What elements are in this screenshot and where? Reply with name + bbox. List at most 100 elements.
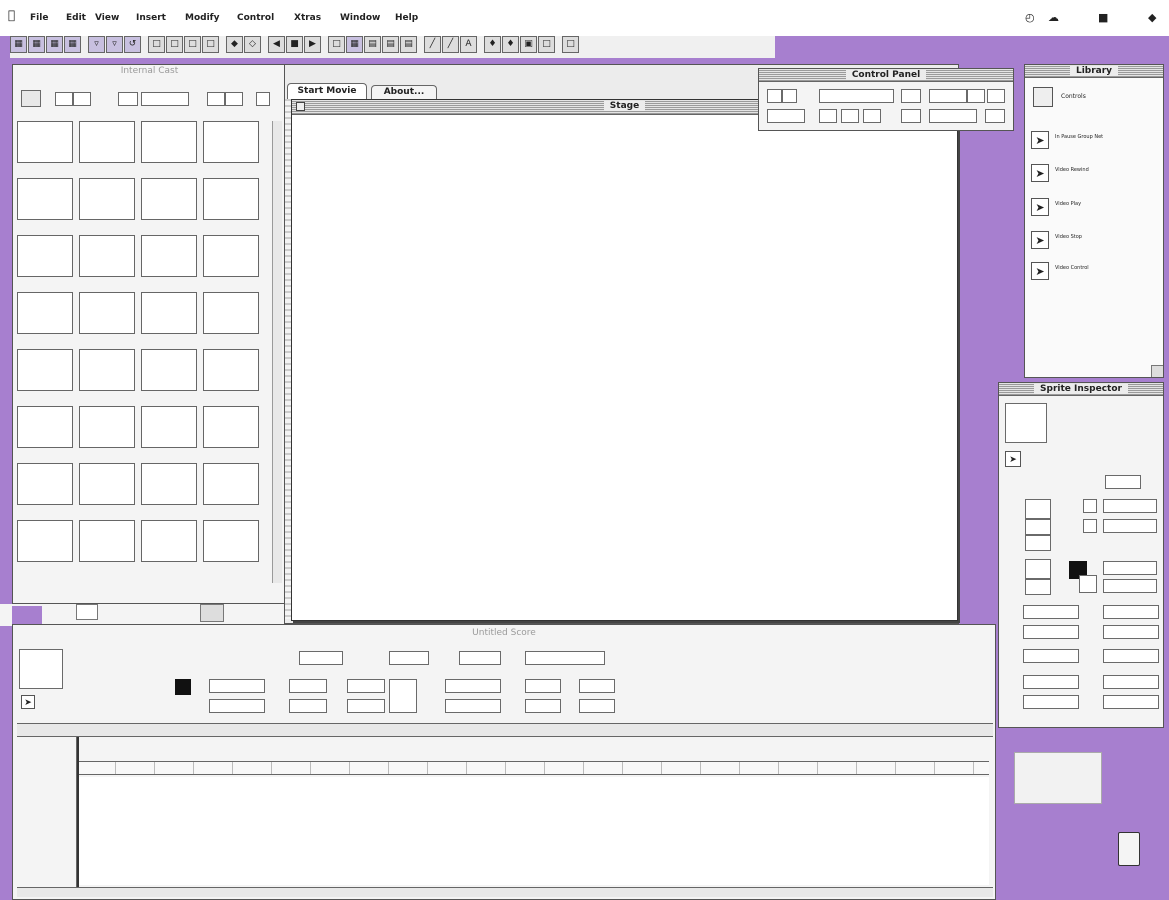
cp-forward-button[interactable]: [863, 109, 881, 123]
message-button[interactable]: ╱: [442, 36, 459, 53]
cast-member-slot[interactable]: [141, 520, 197, 562]
cast-member-slot[interactable]: [79, 121, 135, 163]
xtras-button[interactable]: □: [538, 36, 555, 53]
paint-button[interactable]: ♦: [484, 36, 501, 53]
score-x-field[interactable]: [289, 679, 327, 693]
menu-edit[interactable]: Edit: [66, 13, 86, 23]
cp-options-button[interactable]: [987, 89, 1005, 103]
cast-member-slot[interactable]: [141, 463, 197, 505]
score-channel-grid[interactable]: [79, 777, 989, 885]
cast-info-button[interactable]: [225, 92, 243, 106]
score-horizontal-scrollbar[interactable]: [17, 887, 993, 897]
score-left-field[interactable]: [347, 679, 385, 693]
sprite-bottom-field[interactable]: [1103, 695, 1159, 709]
cp-rewind-button[interactable]: [767, 89, 782, 103]
cast-member-slot[interactable]: [79, 463, 135, 505]
inspector-button[interactable]: ▤: [400, 36, 417, 53]
application-menu-icon[interactable]: ■: [1098, 12, 1108, 23]
library-category-popup[interactable]: [1033, 87, 1053, 107]
sprite-flip-v-button[interactable]: [1025, 579, 1051, 595]
menu-file[interactable]: File: [30, 13, 48, 23]
import-button[interactable]: ▿: [88, 36, 105, 53]
library-item[interactable]: ➤ In Pause Group Net: [1031, 131, 1151, 153]
stage-close-box[interactable]: [296, 102, 305, 111]
cast-member-slot[interactable]: [79, 235, 135, 277]
save-button[interactable]: ▦: [64, 36, 81, 53]
sprite-top-field[interactable]: [1103, 625, 1159, 639]
menu-modify[interactable]: Modify: [185, 13, 219, 23]
text-button[interactable]: A: [460, 36, 477, 53]
cast-member-slot[interactable]: [79, 406, 135, 448]
cp-step-button[interactable]: [841, 109, 859, 123]
stop-button[interactable]: ■: [286, 36, 303, 53]
cast-member-slot[interactable]: [141, 235, 197, 277]
menu-view[interactable]: View: [95, 13, 119, 23]
score-behavior-icon[interactable]: ➤: [21, 695, 35, 709]
score-channel-field[interactable]: [299, 651, 343, 665]
cast-member-slot[interactable]: [141, 121, 197, 163]
cast-member-slot[interactable]: [79, 520, 135, 562]
cast-number-field[interactable]: [256, 92, 270, 106]
score-bottom-field[interactable]: [579, 699, 615, 713]
open-button[interactable]: ▦: [46, 36, 63, 53]
menu-xtras[interactable]: Xtras: [294, 13, 321, 23]
sprite-ink-field[interactable]: [1103, 499, 1157, 513]
cast-member-name-field[interactable]: [141, 92, 189, 106]
play-button[interactable]: ▶: [304, 36, 321, 53]
library-resize-handle[interactable]: [1151, 365, 1163, 377]
cast-member-slot[interactable]: [203, 178, 259, 220]
behavior-button[interactable]: ▣: [520, 36, 537, 53]
cast-member-slot[interactable]: [17, 349, 73, 391]
apple-icon[interactable]: : [8, 9, 15, 21]
score-lock-button[interactable]: [389, 679, 417, 713]
sprite-rotation-field[interactable]: [1023, 649, 1079, 663]
score-rotation-field[interactable]: [445, 679, 501, 693]
cast-member-slot[interactable]: [141, 178, 197, 220]
sprite-channel-field[interactable]: [1105, 475, 1141, 489]
clear-button[interactable]: □: [202, 36, 219, 53]
cut-button[interactable]: □: [148, 36, 165, 53]
cast-member-slot[interactable]: [203, 406, 259, 448]
sprite-fg-color-field[interactable]: [1103, 561, 1157, 575]
cp-mode-button[interactable]: [985, 109, 1005, 123]
score-height-field[interactable]: [525, 699, 561, 713]
score-blend-field[interactable]: [209, 699, 265, 713]
sprite-bg-color-field[interactable]: [1103, 579, 1157, 593]
menu-insert[interactable]: Insert: [136, 13, 166, 23]
score-right-field[interactable]: [579, 679, 615, 693]
score-y-field[interactable]: [289, 699, 327, 713]
cast-next-button[interactable]: [73, 92, 91, 106]
cast-script-button[interactable]: [207, 92, 225, 106]
cast-member-slot[interactable]: [17, 121, 73, 163]
control-panel-title-bar[interactable]: Control Panel: [759, 69, 1013, 82]
sprite-behavior-icon[interactable]: ➤: [1005, 451, 1021, 467]
disk-icon[interactable]: [200, 604, 224, 622]
cast-member-slot[interactable]: [79, 349, 135, 391]
cp-actual-tempo-field[interactable]: [929, 109, 977, 123]
score-end-frame-field[interactable]: [459, 651, 501, 665]
cast-member-slot[interactable]: [141, 292, 197, 334]
menu-help[interactable]: Help: [395, 13, 418, 23]
score-member-field[interactable]: [525, 651, 605, 665]
sprite-left-field[interactable]: [1023, 625, 1079, 639]
cp-loop-button[interactable]: [901, 89, 921, 103]
stage-tab-start-movie[interactable]: Start Movie: [287, 83, 367, 99]
score-ink-field[interactable]: [209, 679, 265, 693]
cast-view-style-button[interactable]: [21, 90, 41, 107]
score-start-frame-field[interactable]: [389, 651, 429, 665]
cast-member-slot[interactable]: [203, 463, 259, 505]
sprite-blend-toggle[interactable]: [1083, 519, 1097, 533]
sprite-lock-button[interactable]: [1025, 499, 1051, 519]
find-button[interactable]: ◆: [226, 36, 243, 53]
rewind-button[interactable]: ◀: [268, 36, 285, 53]
sprite-trails-toggle[interactable]: [1083, 499, 1097, 513]
score-width-field[interactable]: [525, 679, 561, 693]
stage-canvas[interactable]: [296, 118, 951, 614]
cp-frame-field[interactable]: [819, 89, 894, 103]
sprite-y-field[interactable]: [1103, 605, 1159, 619]
library-item[interactable]: ➤ Video Play: [1031, 198, 1151, 220]
desktop-note[interactable]: [1014, 752, 1102, 804]
cast-drag-button[interactable]: [118, 92, 138, 106]
vector-button[interactable]: ♦: [502, 36, 519, 53]
cast-member-slot[interactable]: [203, 235, 259, 277]
